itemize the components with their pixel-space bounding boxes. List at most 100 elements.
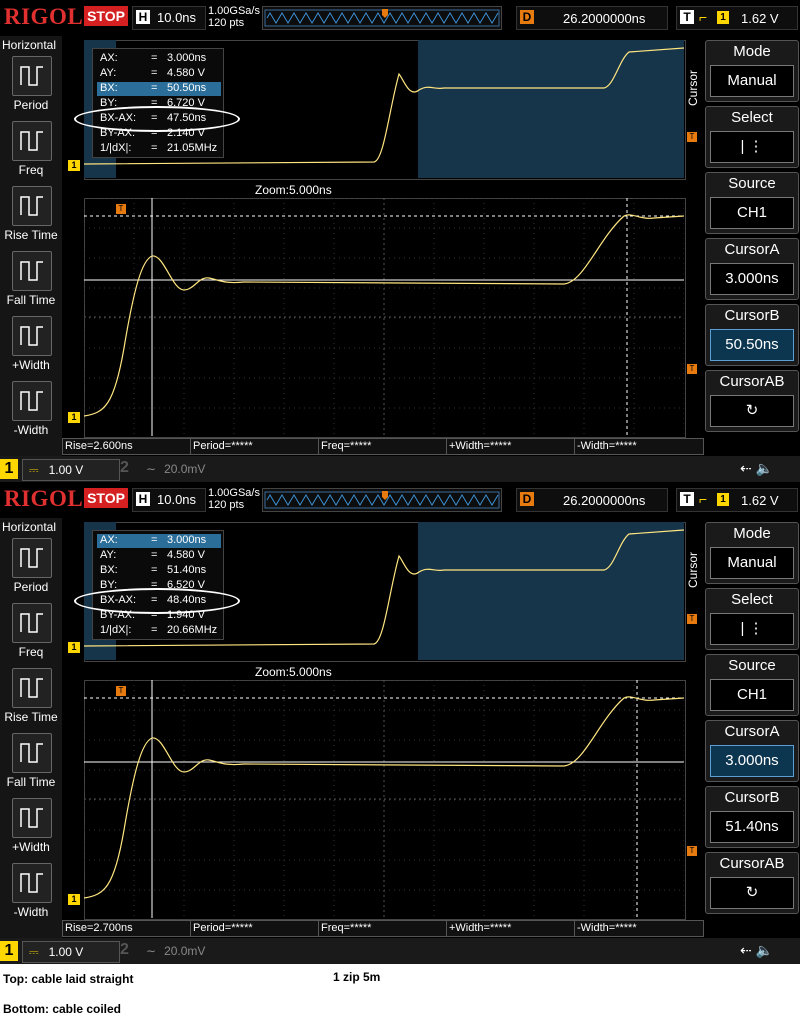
softkey-label: CursorAB: [719, 373, 785, 390]
measurement-item[interactable]: +Width=*****: [446, 920, 576, 937]
delay-box[interactable]: D 26.2000000ns: [516, 6, 668, 30]
measure-label: Rise Time: [4, 710, 58, 724]
caption-bottom: Bottom: cable coiled: [3, 1002, 122, 1016]
horizontal-menu: Horizontal Period Freq Rise Time Fall Time +…: [0, 36, 62, 456]
rising-edge-icon: ⌐: [699, 491, 708, 507]
zoom-label: Zoom:5.000ns: [255, 665, 332, 679]
measure-freq-icon[interactable]: [12, 603, 52, 643]
trigger-label: T: [680, 492, 694, 506]
trigger-source: 1: [717, 11, 729, 24]
measure-rise-time-icon[interactable]: [12, 186, 52, 226]
horizontal-menu: Horizontal Period Freq Rise Time Fall Time +…: [0, 518, 62, 938]
softkey-cursorab[interactable]: CursorAB ↻: [705, 370, 799, 432]
measure-period-icon[interactable]: [12, 538, 52, 578]
readout-key: AY:: [100, 67, 117, 79]
timebase-box[interactable]: H 10.0ns: [132, 488, 206, 512]
zoom-waveform: [84, 214, 684, 417]
delay-label: D: [520, 492, 534, 506]
horizontal-label: H: [136, 10, 150, 24]
measurement-item[interactable]: Rise=2.600ns: [62, 438, 192, 455]
zoom-label: Zoom:5.000ns: [255, 183, 332, 197]
readout-value: 3.000ns: [167, 52, 207, 64]
ac-coupling-icon: ∼: [146, 462, 157, 476]
measure-freq-icon[interactable]: [12, 121, 52, 161]
readout-key: BX:: [100, 82, 118, 94]
softkey-source[interactable]: Source CH1: [705, 172, 799, 234]
measure-label: -Width: [13, 423, 49, 437]
measure-fall-time-icon[interactable]: [12, 251, 52, 291]
softkey-label: Select: [731, 109, 773, 126]
softkey-value: | ⋮: [710, 613, 794, 645]
measure-width-icon[interactable]: [12, 863, 52, 903]
trigger-box[interactable]: T ⌐ 1 1.62 V: [676, 6, 798, 30]
measure-fall-time-icon[interactable]: [12, 733, 52, 773]
softkey-value: ↻: [710, 877, 794, 909]
softkey-cursora[interactable]: CursorA 3.000ns: [705, 238, 799, 300]
cursor-menu-title: Cursor: [686, 70, 700, 107]
memory-overview-bar[interactable]: [262, 6, 502, 30]
softkey-mode[interactable]: Mode Manual: [705, 40, 799, 102]
measure-width-icon[interactable]: [12, 381, 52, 421]
measure-label: Fall Time: [6, 775, 56, 789]
measurement-item[interactable]: Period=*****: [190, 920, 320, 937]
ch2-badge[interactable]: 2: [120, 459, 129, 477]
softkey-cursorb[interactable]: CursorB 50.50ns: [705, 304, 799, 366]
dc-coupling-icon: ⎓: [29, 945, 39, 959]
measure-label: Freq: [18, 645, 44, 659]
measure-label: Period: [13, 580, 49, 594]
softkey-label: CursorA: [724, 241, 780, 258]
memory-points: 120 pts: [208, 499, 245, 511]
run-stop-indicator[interactable]: STOP: [84, 488, 128, 508]
overview-trigger-marker: T: [687, 132, 697, 142]
softkey-select[interactable]: Select | ⋮: [705, 588, 799, 650]
ch1-badge[interactable]: 1: [0, 941, 18, 961]
memory-wave-icon: [264, 491, 500, 509]
trigger-label: T: [680, 10, 694, 24]
zoom-trigger-marker: T: [687, 846, 697, 856]
softkey-mode[interactable]: Mode Manual: [705, 522, 799, 584]
measure-label: Freq: [18, 163, 44, 177]
timebase-box[interactable]: H 10.0ns: [132, 6, 206, 30]
ch1-badge[interactable]: 1: [0, 459, 18, 479]
cursor-readout-panel: AX: = 3.000ns AY: = 4.580 V BX: = 50.50ns BY: = 6.7…: [92, 48, 224, 158]
zoom-grid: [84, 680, 684, 918]
measurement-item[interactable]: Freq=*****: [318, 920, 448, 937]
timebase-value: 10.0ns: [157, 492, 197, 507]
usb-icon: ⇠ 🔈: [740, 942, 774, 958]
measurement-item[interactable]: Period=*****: [190, 438, 320, 455]
readout-value: 3.000ns: [167, 534, 207, 546]
run-stop-indicator[interactable]: STOP: [84, 6, 128, 26]
memory-wave-icon: [264, 9, 500, 27]
measurement-item[interactable]: Rise=2.700ns: [62, 920, 192, 937]
softkey-label: Mode: [733, 525, 771, 542]
softkey-select[interactable]: Select | ⋮: [705, 106, 799, 168]
ch1-scale[interactable]: ⎓ 1.00 V: [22, 941, 120, 963]
softkey-cursorab[interactable]: CursorAB ↻: [705, 852, 799, 914]
zoom-trigger-marker: T: [687, 364, 697, 374]
measure-rise-time-icon[interactable]: [12, 668, 52, 708]
ch2-scale[interactable]: ∼ 20.0mV: [146, 462, 205, 476]
softkey-source[interactable]: Source CH1: [705, 654, 799, 716]
measure-period-icon[interactable]: [12, 56, 52, 96]
trigger-box[interactable]: T ⌐ 1 1.62 V: [676, 488, 798, 512]
ch1-scale[interactable]: ⎓ 1.00 V: [22, 459, 120, 481]
measure-label: +Width: [12, 840, 50, 854]
measure-width-icon[interactable]: [12, 316, 52, 356]
delay-box[interactable]: D 26.2000000ns: [516, 488, 668, 512]
ch2-badge[interactable]: 2: [120, 941, 129, 959]
measurement-item[interactable]: -Width=*****: [574, 438, 704, 455]
measurement-item[interactable]: Freq=*****: [318, 438, 448, 455]
softkey-label: Source: [728, 175, 776, 192]
measure-width-icon[interactable]: [12, 798, 52, 838]
measurement-item[interactable]: -Width=*****: [574, 920, 704, 937]
ac-coupling-icon: ∼: [146, 944, 157, 958]
measurement-item[interactable]: +Width=*****: [446, 438, 576, 455]
memory-overview-bar[interactable]: [262, 488, 502, 512]
ch2-scale[interactable]: ∼ 20.0mV: [146, 944, 205, 958]
readout-value: 4.580 V: [167, 67, 205, 79]
trigger-level: 1.62 V: [741, 493, 779, 508]
readout-key: BX:: [100, 564, 118, 576]
softkey-cursora[interactable]: CursorA 3.000ns: [705, 720, 799, 782]
overview-ch1-marker: 1: [68, 160, 80, 171]
softkey-cursorb[interactable]: CursorB 51.40ns: [705, 786, 799, 848]
